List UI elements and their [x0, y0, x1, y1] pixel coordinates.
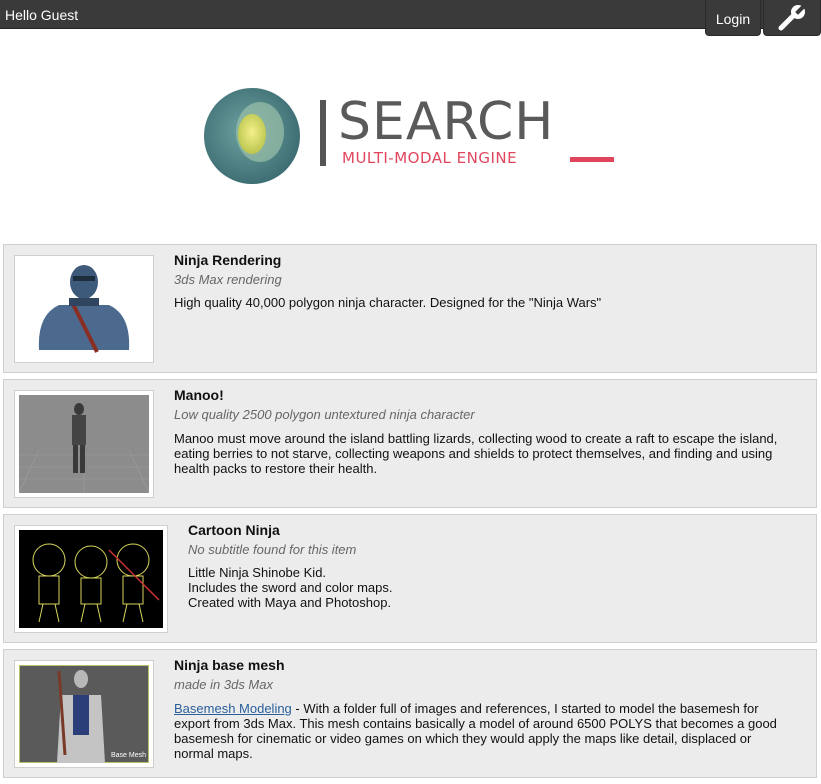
result-thumbnail[interactable]	[14, 390, 154, 498]
isearch-logo: SEARCH MULTI-MODAL ENGINE	[200, 82, 620, 190]
settings-button[interactable]	[763, 0, 821, 36]
wrench-icon	[778, 4, 808, 31]
result-description: Basemesh Modeling - With a folder full o…	[174, 701, 777, 761]
result-subtitle: Low quality 2500 polygon untextured ninj…	[174, 407, 475, 422]
result-subtitle: 3ds Max rendering	[174, 272, 282, 287]
greeting-text: Hello Guest	[5, 7, 79, 23]
logo-sphere-icon	[204, 88, 300, 184]
result-item[interactable]: Manoo! Low quality 2500 polygon untextur…	[3, 379, 817, 508]
result-description: Little Ninja Shinobe Kid. Includes the s…	[188, 565, 393, 610]
result-title[interactable]: Ninja base mesh	[174, 657, 285, 673]
result-title[interactable]: Manoo!	[174, 387, 224, 403]
basemesh-modeling-link[interactable]: Basemesh Modeling	[174, 701, 292, 716]
result-description: High quality 40,000 polygon ninja charac…	[174, 295, 602, 310]
result-item[interactable]: Cartoon Ninja No subtitle found for this…	[3, 514, 817, 643]
logo-accent-bar	[570, 157, 614, 162]
result-item[interactable]: Base Mesh Ninja base mesh made in 3ds Ma…	[3, 649, 817, 778]
top-bar: Hello Guest	[0, 0, 821, 29]
logo-tagline: MULTI-MODAL ENGINE	[342, 149, 518, 167]
result-subtitle: No subtitle found for this item	[188, 542, 357, 557]
result-title[interactable]: Cartoon Ninja	[188, 522, 280, 538]
result-subtitle: made in 3ds Max	[174, 677, 273, 692]
result-thumbnail[interactable]	[14, 255, 154, 363]
result-item[interactable]: Ninja Rendering 3ds Max rendering High q…	[3, 244, 817, 373]
manoo-ninja-image	[19, 395, 149, 493]
result-title[interactable]: Ninja Rendering	[174, 252, 281, 268]
logo-divider	[320, 100, 326, 166]
login-button[interactable]: Login	[705, 0, 761, 36]
result-thumbnail[interactable]	[14, 525, 168, 633]
logo-wordmark: SEARCH	[338, 92, 555, 152]
base-mesh-image: Base Mesh	[19, 665, 149, 763]
result-description: Manoo must move around the island battli…	[174, 431, 778, 476]
result-thumbnail[interactable]: Base Mesh	[14, 660, 154, 768]
ninja-render-image	[19, 260, 149, 358]
thumb-caption: Base Mesh	[111, 752, 146, 759]
cartoon-ninja-image	[19, 530, 163, 628]
